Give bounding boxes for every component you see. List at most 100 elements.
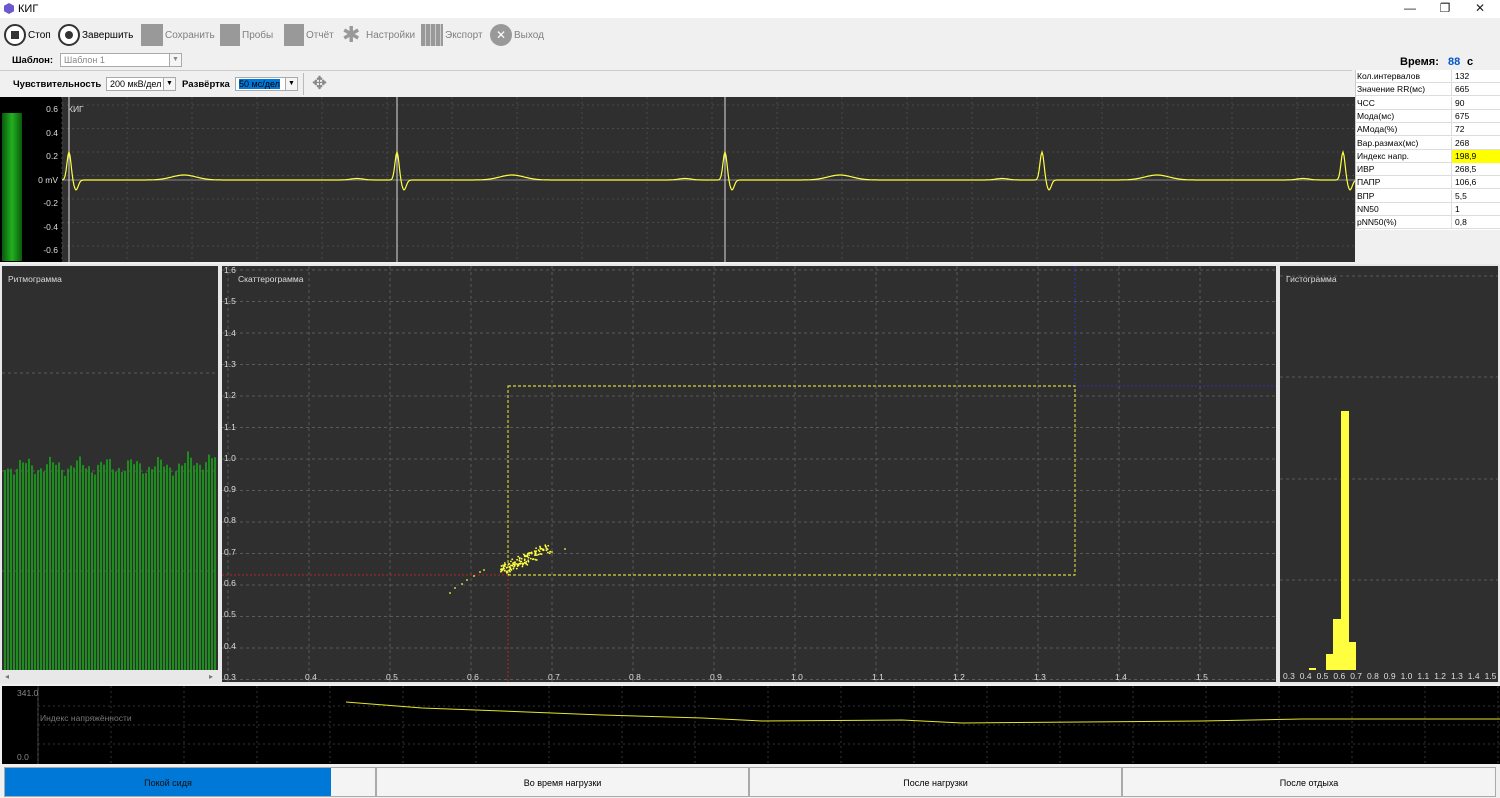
rhythmogram-bar	[187, 451, 189, 670]
param-value: 106,6	[1451, 176, 1500, 190]
minimize-button[interactable]: —	[1395, 0, 1425, 18]
param-row: ИВР 268,5	[1356, 163, 1500, 177]
rhythmogram-bar	[139, 463, 141, 670]
rhythmogram-bar	[64, 475, 66, 670]
scatter-point	[547, 544, 550, 547]
save-button[interactable]: Сохранить	[141, 22, 215, 48]
template-label: Шаблон:	[12, 55, 54, 66]
param-row: pNN50(%) 0,8	[1356, 216, 1500, 230]
scattergram-y-tick: 1.3	[224, 358, 236, 369]
rhythmogram-bar	[115, 471, 117, 670]
chevron-down-icon: ▼	[163, 78, 175, 90]
scattergram-y-tick: 0.6	[224, 578, 236, 588]
histogram-x-tick: 0.3	[1283, 671, 1295, 681]
rhythmogram-bar	[13, 474, 15, 670]
param-value: 72	[1451, 123, 1500, 137]
scatter-point	[534, 552, 537, 554]
scatter-point	[483, 569, 485, 571]
scatter-point	[517, 564, 520, 566]
param-value: 90	[1451, 96, 1500, 110]
scatter-point	[532, 558, 535, 560]
scatter-point	[461, 583, 463, 585]
close-button[interactable]: ✕	[1465, 0, 1495, 18]
gear-icon: ✱	[342, 22, 361, 47]
time-unit: с	[1467, 56, 1474, 68]
scatter-point	[551, 551, 553, 553]
stop-button[interactable]: Стоп	[4, 22, 51, 48]
exit-button[interactable]: ✕ Выход	[490, 22, 544, 48]
scatter-point	[544, 545, 547, 548]
parameters-table: Кол.интервалов 132 Значение RR(мс) 665 ЧСС 90…	[1355, 70, 1500, 230]
puzzle-icon[interactable]: ✥	[312, 73, 327, 94]
rhythmogram-bar	[67, 468, 69, 670]
scatter-point	[528, 554, 530, 556]
sensitivity-select[interactable]: 200 мкВ/дел ▼	[106, 77, 176, 91]
param-value: 675	[1451, 109, 1500, 123]
rhythmogram-bar	[196, 462, 198, 670]
scatter-point	[530, 552, 533, 555]
ecg-y-tick: -0.4	[43, 221, 58, 232]
param-row: Значение RR(мс) 665	[1356, 83, 1500, 97]
scattergram-x-tick: 1.3	[1034, 672, 1046, 682]
template-select[interactable]: Шаблон 1 ▼	[60, 53, 182, 67]
tab-after-rest[interactable]: После отдыха	[1122, 767, 1496, 797]
export-button[interactable]: Экспорт	[421, 22, 483, 48]
rhythmogram-bar	[202, 469, 204, 670]
param-row: Кол.интервалов 132	[1356, 70, 1500, 83]
histogram-bar	[1326, 654, 1333, 670]
scatter-point	[533, 550, 536, 552]
ecg-y-tick: 0.2	[46, 151, 58, 161]
histogram-x-tick: 1.2	[1434, 671, 1447, 681]
scatter-point	[539, 553, 542, 555]
scattergram-y-tick: 0.7	[224, 546, 236, 557]
scatter-point	[529, 552, 531, 554]
rhythmogram-bar	[148, 466, 150, 670]
samples-button[interactable]: Пробы	[220, 22, 273, 48]
rhythmogram-bar	[97, 464, 99, 670]
stress-y-min: 0.0	[17, 752, 29, 762]
settings-button[interactable]: ✱ Настройки	[342, 22, 415, 48]
tab-during-load[interactable]: Во время нагрузки	[376, 767, 749, 797]
tab-after-load[interactable]: После нагрузки	[749, 767, 1122, 797]
param-name: ИВР	[1357, 164, 1375, 175]
scatter-point	[521, 565, 524, 568]
rhythmogram-bar	[154, 466, 156, 670]
param-name: Индекс напр.	[1357, 150, 1410, 161]
stress-index-chart	[37, 686, 1500, 764]
scatter-point	[525, 555, 527, 558]
ecg-y-tick: 0.6	[46, 104, 58, 114]
tab-rest-sitting[interactable]: Покой сидя	[4, 767, 376, 797]
rhythmogram-bar	[28, 458, 30, 670]
sweep-select[interactable]: 50 мс/дел ▼	[235, 77, 298, 91]
stress-label: Индекс напряжённости	[40, 713, 132, 723]
maximize-button[interactable]: ❐	[1430, 0, 1460, 18]
ecg-title: КИГ	[68, 104, 84, 114]
param-row: Индекс напр. 198,9	[1356, 149, 1500, 163]
app-icon	[4, 3, 14, 14]
control-row: Чувствительность 200 мкВ/дел ▼ Развёртка…	[0, 70, 1352, 97]
scatter-point	[466, 579, 468, 581]
rhythmogram-bar	[73, 467, 75, 670]
sensitivity-label: Чувствительность	[13, 79, 102, 90]
scatter-point	[548, 552, 551, 555]
param-name: pNN50(%)	[1357, 217, 1397, 228]
histogram-bar	[1333, 619, 1341, 670]
save-icon	[141, 24, 163, 46]
finish-button[interactable]: Завершить	[58, 22, 133, 48]
scatter-point	[525, 562, 528, 565]
scattergram-title: Скаттерограмма	[238, 274, 304, 284]
histogram-x-tick: 0.4	[1299, 671, 1312, 681]
scatter-point	[517, 555, 520, 558]
scatter-point	[479, 571, 481, 573]
scatter-point	[473, 575, 475, 577]
scatter-point	[504, 563, 507, 566]
param-row: Мода(мс) 675	[1356, 109, 1500, 123]
scattergram-x-tick: 1.4	[1115, 672, 1127, 682]
rhythmogram-bar	[37, 470, 39, 670]
scattergram-y-tick: 0.9	[224, 484, 236, 495]
rhythmogram-bar	[31, 465, 33, 670]
rhythmogram-bar	[133, 464, 135, 670]
histogram-x-tick: 1.4	[1467, 671, 1480, 681]
report-button[interactable]: Отчёт	[284, 22, 334, 48]
scattergram-x-tick: 0.7	[548, 672, 560, 682]
